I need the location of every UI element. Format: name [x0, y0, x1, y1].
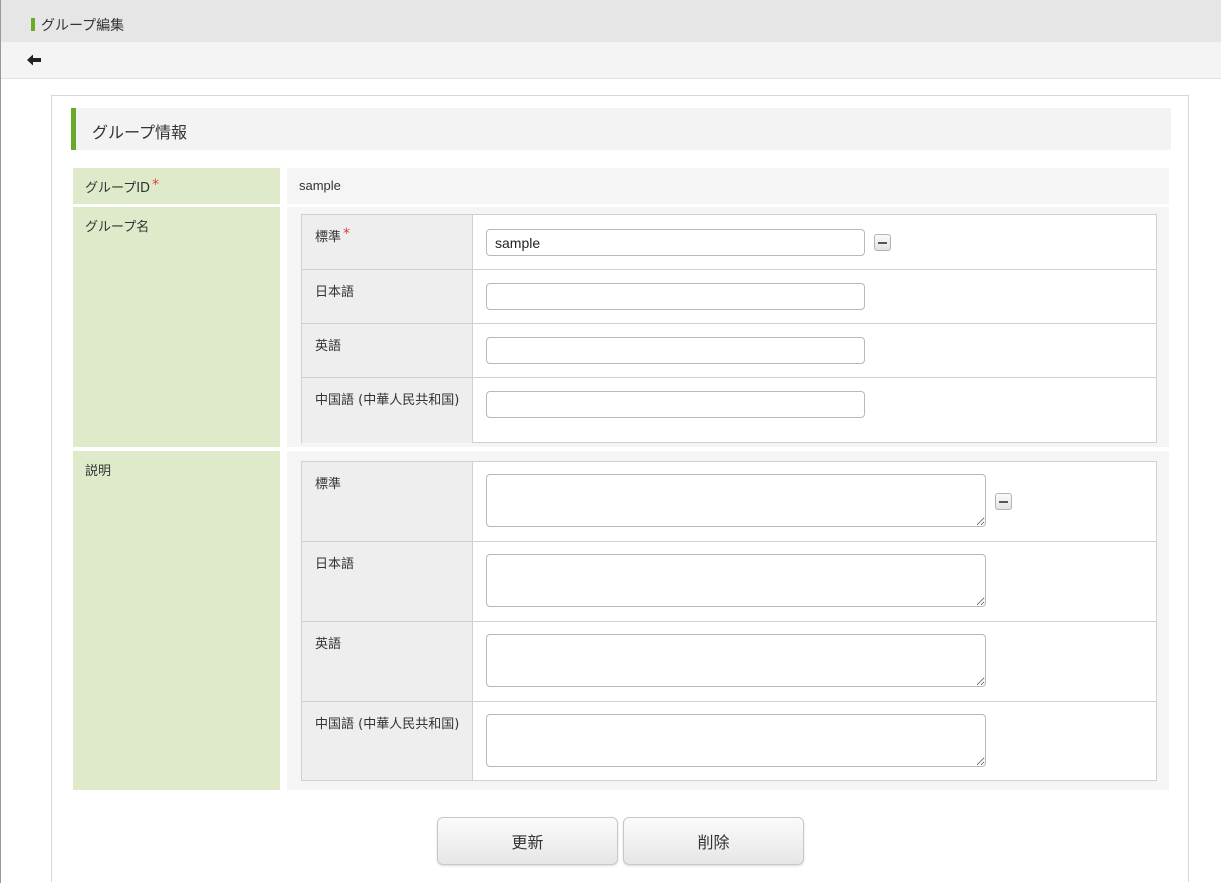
description-row-ja: 日本語: [302, 542, 1156, 622]
description-cell: 標準 日本語 英語 中国語 (中華人民共和国): [287, 451, 1169, 790]
group-name-locale-table: 標準* 日本語 英語 中国語 (中華人民共和国): [301, 214, 1157, 443]
group-name-row-zh: 中国語 (中華人民共和国): [302, 378, 1156, 443]
description-row-zh: 中国語 (中華人民共和国): [302, 702, 1156, 780]
group-name-row-default: 標準 *: [302, 215, 1156, 270]
description-zh-textarea[interactable]: [486, 714, 986, 767]
group-info-card: グループ情報 グループID* sample グループ名 標準* 日本語 英語: [51, 95, 1189, 882]
description-en-textarea[interactable]: [486, 634, 986, 687]
section-title: グループ情報: [92, 123, 188, 142]
group-name-label: グループ名: [73, 207, 280, 447]
group-name-zh-input[interactable]: [486, 391, 865, 418]
group-name-row-en: 英語: [302, 324, 1156, 378]
group-id-value-cell: sample: [287, 168, 1169, 204]
group-name-default-input[interactable]: [486, 229, 865, 256]
description-label: 説明: [73, 451, 280, 790]
group-id-label: グループID *: [73, 168, 280, 204]
description-default-textarea[interactable]: [486, 474, 986, 527]
delete-button[interactable]: 削除: [623, 817, 804, 865]
update-button[interactable]: 更新: [437, 817, 618, 865]
remove-button[interactable]: [874, 234, 891, 251]
description-ja-textarea[interactable]: [486, 554, 986, 607]
required-mark: *: [152, 177, 160, 193]
title-bar: グループ編集: [1, 0, 1221, 42]
title-accent-mark: [31, 18, 35, 31]
group-name-cell: 標準* 日本語 英語 中国語 (中華人民共和国): [287, 207, 1169, 447]
description-row-en: 英語: [302, 622, 1156, 702]
group-id-value: sample: [299, 178, 341, 193]
required-mark: *: [343, 226, 351, 242]
remove-button[interactable]: [995, 493, 1012, 510]
section-header: グループ情報: [71, 108, 1171, 150]
arrow-left-icon: [27, 54, 41, 66]
back-button[interactable]: [26, 52, 42, 68]
group-name-en-input[interactable]: [486, 337, 865, 364]
group-name-ja-input[interactable]: [486, 283, 865, 310]
page-title: グループ編集: [41, 18, 125, 34]
description-row-default: 標準: [302, 462, 1156, 542]
toolbar: [1, 42, 1221, 79]
description-locale-table: 標準 日本語 英語 中国語 (中華人民共和国): [301, 461, 1157, 781]
group-name-row-ja: 日本語: [302, 270, 1156, 324]
